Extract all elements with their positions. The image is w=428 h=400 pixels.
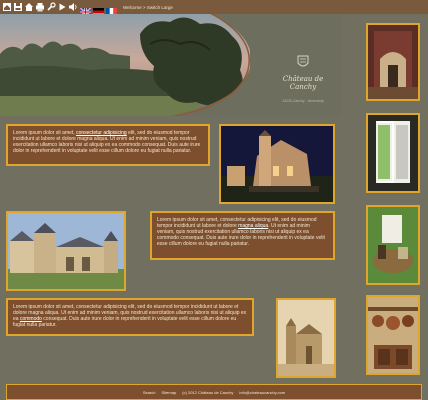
top-toolbar: Welcome > Switch Large <box>0 0 428 17</box>
block-3-text-rest: consequat. Duis aute irure dolor in repr… <box>13 316 237 328</box>
copyright-text: (c) 2012 Château de Canchy <box>182 389 234 395</box>
germany-flag-icon[interactable] <box>93 3 104 16</box>
chateau-day-photo <box>6 211 126 291</box>
header-banner: Château de Canchy 14230 Canchy - Normand… <box>0 14 342 116</box>
speaker-icon[interactable] <box>68 2 78 12</box>
intro-text-block: Lorem ipsum dolor sit amet, consectetur … <box>6 124 210 166</box>
brand-title: Château de Canchy <box>282 75 324 91</box>
brand-logo: Château de Canchy 14230 Canchy - Normand… <box>270 54 336 103</box>
sitemap-link[interactable]: Sitemap <box>162 390 177 395</box>
search-link[interactable]: Search <box>143 390 156 395</box>
breadcrumb-separator: > <box>142 4 146 10</box>
second-text-block: Lorem ipsum dolor sit amet, consectetur … <box>150 211 335 260</box>
print-icon[interactable] <box>35 2 45 12</box>
switch-large-link[interactable]: Switch Large <box>147 5 173 10</box>
home-icon[interactable] <box>2 2 12 12</box>
kitchen-copper-pots-photo <box>366 295 420 375</box>
play-icon[interactable] <box>57 2 67 12</box>
email-link[interactable]: info@chateaucanchy.com <box>239 390 285 395</box>
third-text-block: Lorem ipsum dolor sit amet, consectetur … <box>6 298 254 336</box>
brand-subtitle: 14230 Canchy - Normandy <box>282 99 324 103</box>
uk-flag-icon[interactable] <box>79 3 92 17</box>
house-icon[interactable] <box>24 2 34 12</box>
open-window-photo <box>366 113 420 193</box>
interior-doorway-photo <box>366 23 420 101</box>
france-flag-icon[interactable] <box>106 3 117 16</box>
crest-icon <box>297 55 309 67</box>
breadcrumb-current: Welcome <box>123 4 142 10</box>
breadcrumb: Welcome > Switch Large <box>123 5 173 10</box>
church-night-photo <box>219 124 335 204</box>
wrench-icon[interactable] <box>46 2 56 12</box>
footer: Search Sitemap (c) 2012 Château de Canch… <box>6 384 422 400</box>
picnic-basket-photo <box>366 205 420 285</box>
save-icon[interactable] <box>13 2 23 12</box>
sepia-castle-sketch <box>276 298 336 378</box>
